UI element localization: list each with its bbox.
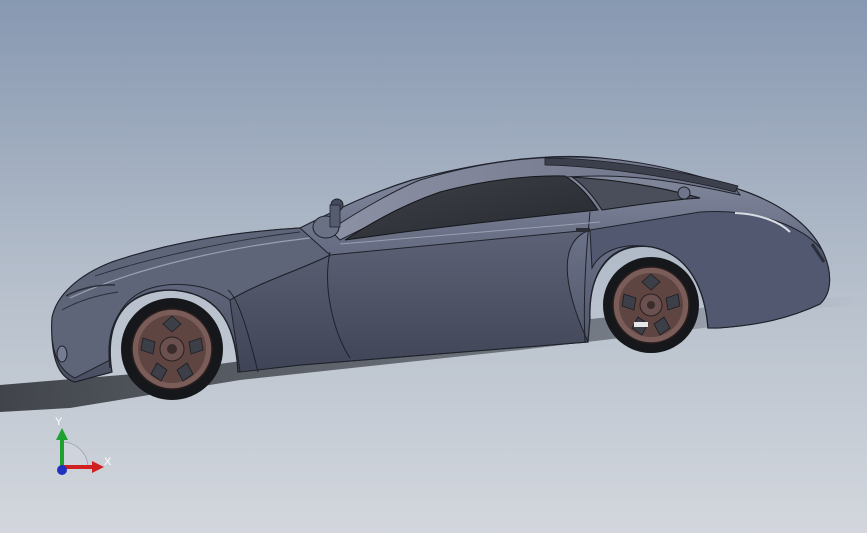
- rear-wheel: [603, 257, 699, 353]
- brake-caliper: [634, 322, 648, 327]
- fog-lamp: [56, 345, 68, 363]
- door-handle: [576, 228, 590, 232]
- triad-y-label: Y: [55, 416, 63, 428]
- triad-x-label: X: [104, 456, 112, 468]
- front-wheel: [121, 298, 223, 400]
- triad-z-axis: [57, 465, 67, 475]
- graphics-viewport[interactable]: Y X: [0, 0, 867, 533]
- fuel-cap: [677, 186, 691, 200]
- model-scene[interactable]: Y X: [0, 0, 867, 533]
